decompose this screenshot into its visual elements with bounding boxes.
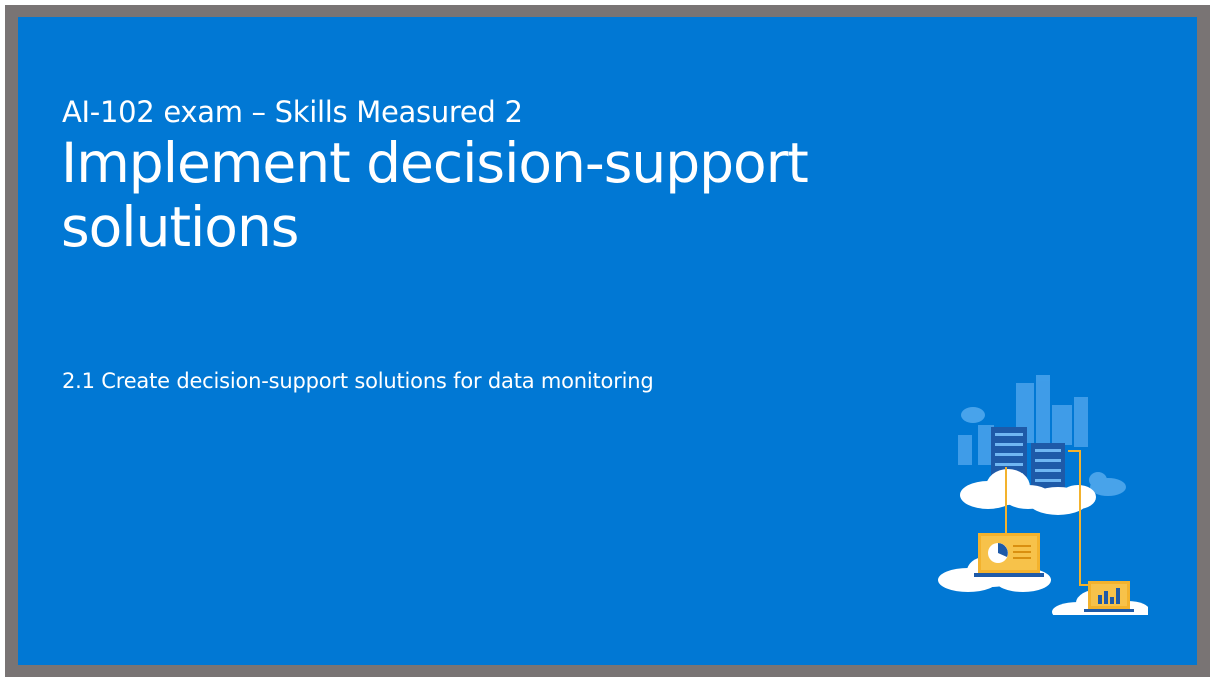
slide-objective: 2.1 Create decision-support solutions fo… bbox=[62, 369, 654, 393]
title-slide: AI-102 exam – Skills Measured 2 Implemen… bbox=[18, 17, 1197, 665]
cloud-data-monitoring-illustration bbox=[918, 375, 1150, 622]
laptop-bar-chart-icon bbox=[1052, 581, 1150, 622]
laptop-pie-chart-icon bbox=[938, 533, 1051, 592]
slide-frame: AI-102 exam – Skills Measured 2 Implemen… bbox=[5, 5, 1210, 677]
slide-subtitle: AI-102 exam – Skills Measured 2 bbox=[62, 95, 523, 129]
cloud-icon bbox=[960, 469, 1096, 515]
slide-title: Implement decision-support solutions bbox=[61, 131, 809, 259]
